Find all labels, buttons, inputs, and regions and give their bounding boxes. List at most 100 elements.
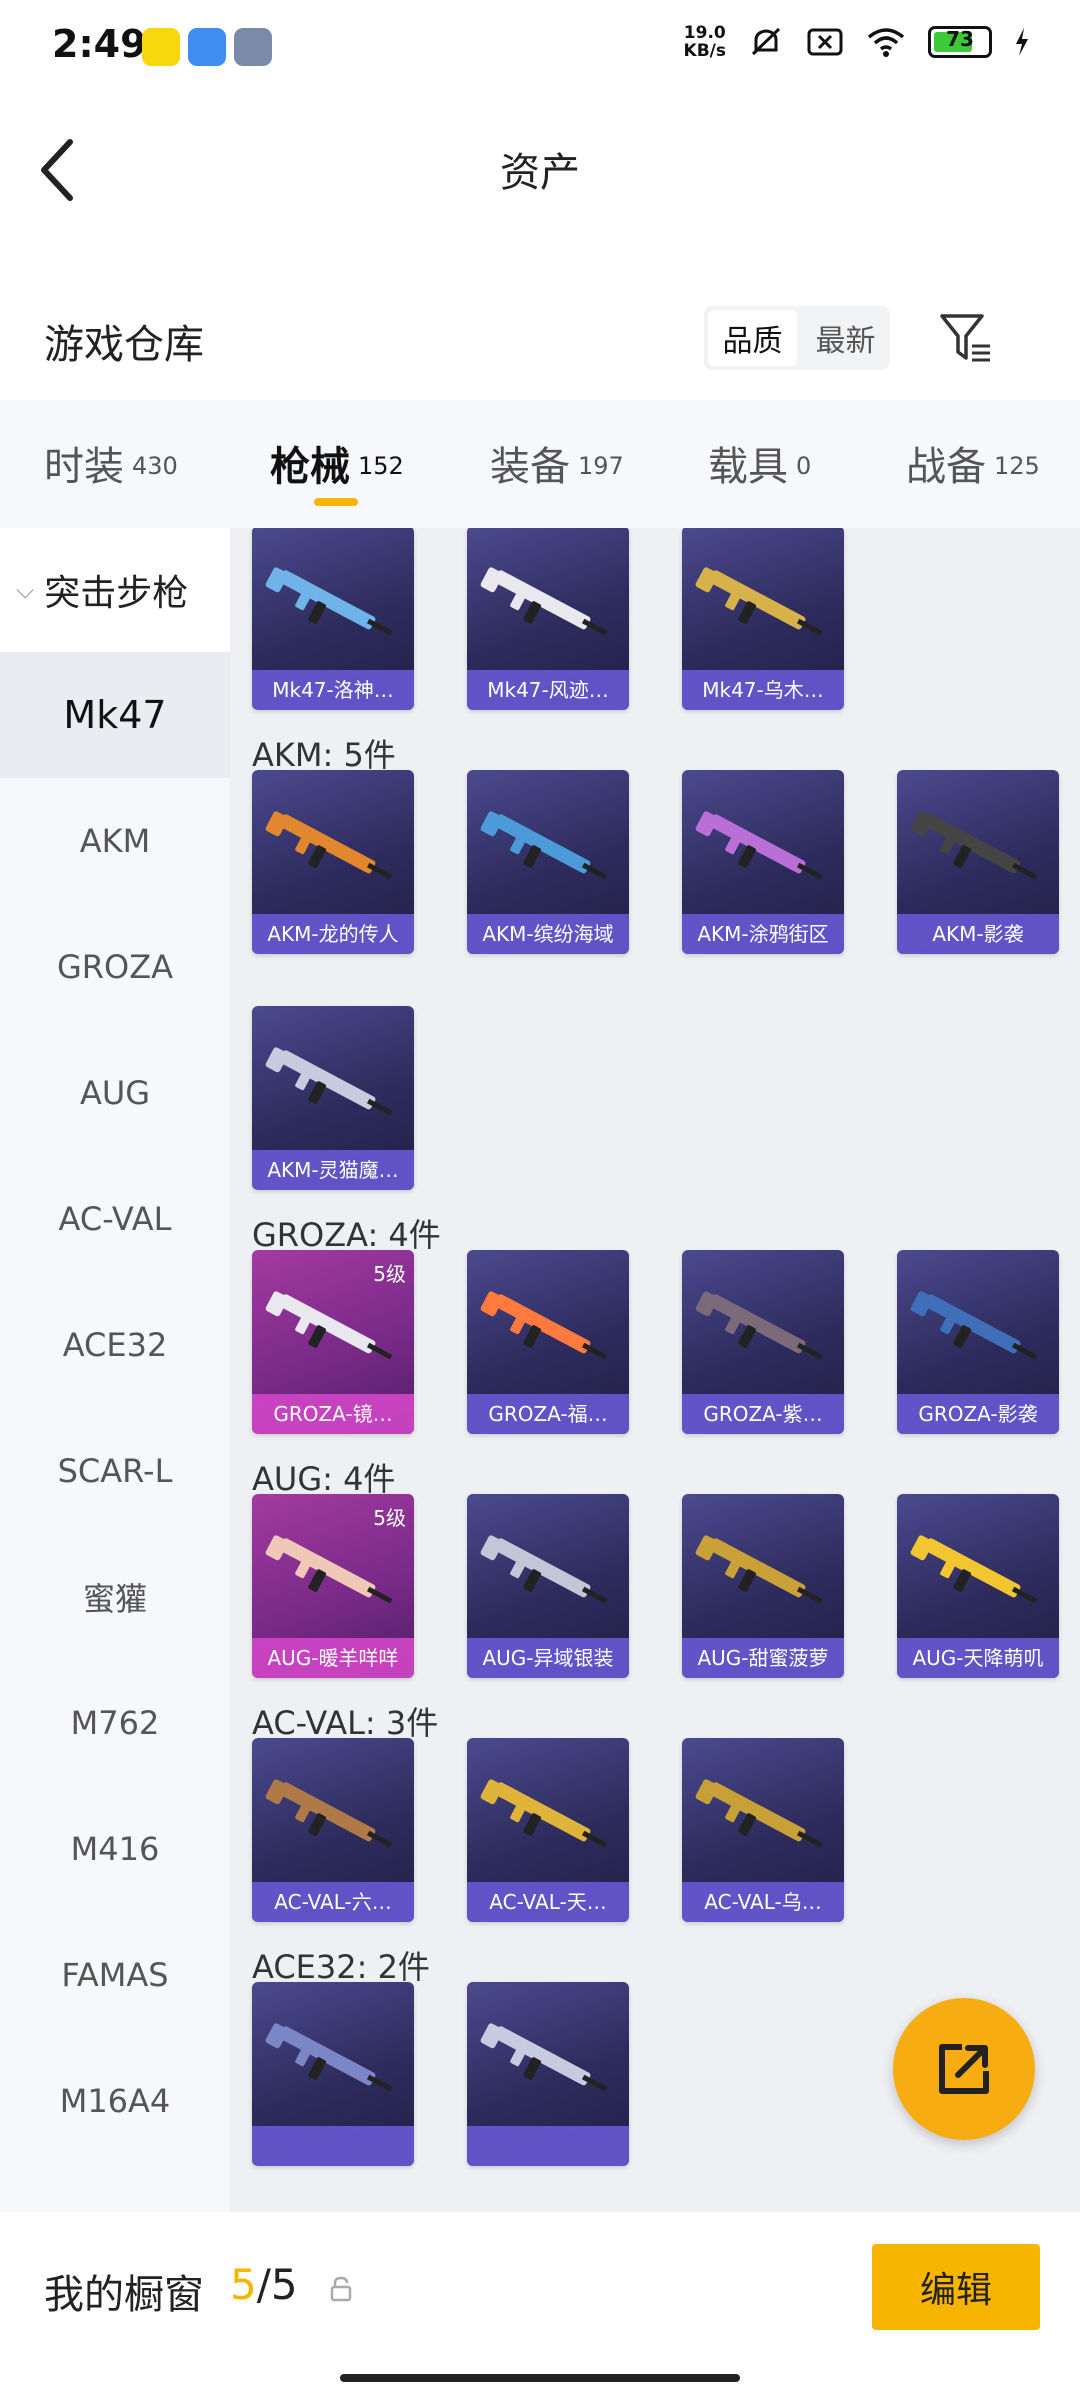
sidebar-item-m416[interactable]: M416 [0, 1786, 230, 1912]
gun-icon [265, 1047, 393, 1116]
skin-name: AC-VAL-六… [252, 1882, 414, 1922]
share-icon [939, 2044, 989, 2094]
sidebar-group-assault-rifles[interactable]: ⌵ 突击步枪 [0, 528, 230, 652]
gun-icon [265, 1779, 393, 1848]
header: 资产 [0, 90, 1080, 230]
home-indicator [340, 2374, 740, 2382]
skin-level-badge: 5级 [373, 1506, 406, 1530]
sidebar-item-mk47[interactable]: Mk47 [0, 652, 230, 778]
gun-icon [910, 811, 1038, 880]
weapon-skin-card[interactable]: AUG-天降萌叽 [897, 1494, 1059, 1678]
weapon-skin-card[interactable]: Mk47-洛神… [252, 528, 414, 710]
weapon-skin-card[interactable]: GROZA-影袭 [897, 1250, 1059, 1434]
weapon-skin-card[interactable]: GROZA-紫… [682, 1250, 844, 1434]
sidebar-item-m762[interactable]: M762 [0, 1660, 230, 1786]
skin-name: AC-VAL-天… [467, 1882, 629, 1922]
tab-label: 时装 [44, 444, 124, 490]
sidebar-item-akm[interactable]: AKM [0, 778, 230, 904]
weapon-skin-card[interactable]: GROZA-福… [467, 1250, 629, 1434]
gun-icon [480, 1779, 608, 1848]
skin-name: Mk47-乌木… [682, 670, 844, 710]
skin-name: GROZA-福… [467, 1394, 629, 1434]
weapon-skin-card[interactable]: AKM-影袭 [897, 770, 1059, 954]
wifi-icon [867, 28, 905, 57]
weapon-skin-card[interactable]: AKM-龙的传人 [252, 770, 414, 954]
skin-name: GROZA-影袭 [897, 1394, 1059, 1434]
gun-icon [265, 811, 393, 880]
gun-icon [265, 1535, 393, 1604]
gun-icon [910, 1291, 1038, 1360]
weapon-skin-card[interactable]: Mk47-乌木… [682, 528, 844, 710]
sort-quality-button[interactable]: 品质 [708, 310, 797, 366]
skin-name: AKM-影袭 [897, 914, 1059, 954]
skin-name: AUG-甜蜜菠萝 [682, 1638, 844, 1678]
tab-count: 152 [358, 452, 404, 480]
gun-icon [695, 1535, 823, 1604]
tab-label: 装备 [490, 444, 570, 490]
skin-name: AKM-涂鸦街区 [682, 914, 844, 954]
weapon-skin-card[interactable]: AKM-涂鸦街区 [682, 770, 844, 954]
weapon-skin-card[interactable]: AC-VAL-天… [467, 1738, 629, 1922]
status-bar: 2:49 19.0 KB/s 73 [0, 0, 1080, 90]
filter-icon[interactable] [936, 306, 996, 370]
app-notification-icon [188, 28, 226, 66]
sidebar-item-scar-l[interactable]: SCAR-L [0, 1408, 230, 1534]
wrench-icon [234, 28, 272, 66]
sidebar-item-famas[interactable]: FAMAS [0, 1912, 230, 2038]
tab-fashion[interactable]: 时装 430 [44, 434, 178, 492]
skin-name: Mk47-风迹… [467, 670, 629, 710]
sidebar-item-m16a4[interactable]: M16A4 [0, 2038, 230, 2164]
sort-newest-button[interactable]: 最新 [801, 306, 890, 370]
weapon-type-sidebar: ⌵ 突击步枪 Mk47 AKM GROZA AUG AC-VAL ACE32 S… [0, 528, 230, 2212]
tab-label: 枪械 [270, 444, 350, 490]
tab-guns[interactable]: 枪械 152 [270, 434, 404, 492]
weapon-skin-card[interactable]: AUG-异域银装 [467, 1494, 629, 1678]
weapon-skin-card[interactable]: AUG-甜蜜菠萝 [682, 1494, 844, 1678]
status-time: 2:49 [52, 22, 147, 66]
sidebar-item-ac-val[interactable]: AC-VAL [0, 1156, 230, 1282]
skin-name: AC-VAL-乌… [682, 1882, 844, 1922]
chevron-down-icon: ⌵ [16, 576, 35, 604]
showcase-bar: 我的橱窗 5/5 编辑 [0, 2212, 1080, 2372]
skin-name: AUG-异域银装 [467, 1638, 629, 1678]
skin-level-badge: 5级 [373, 1262, 406, 1286]
weapon-skin-card[interactable]: AKM-缤纷海域 [467, 770, 629, 954]
gun-icon [695, 1779, 823, 1848]
weapon-skin-card[interactable]: AC-VAL-乌… [682, 1738, 844, 1922]
weapon-skin-card[interactable] [467, 1982, 629, 2166]
skin-name: Mk47-洛神… [252, 670, 414, 710]
tab-vehicles[interactable]: 载具 0 [708, 434, 811, 492]
gun-icon [265, 2023, 393, 2092]
tab-count: 125 [994, 452, 1040, 480]
sim-off-icon [807, 28, 843, 56]
skin-name: AKM-龙的传人 [252, 914, 414, 954]
sidebar-item-groza[interactable]: GROZA [0, 904, 230, 1030]
skin-name [467, 2126, 629, 2166]
sidebar-item-aug[interactable]: AUG [0, 1030, 230, 1156]
sidebar-item-ace32[interactable]: ACE32 [0, 1282, 230, 1408]
weapon-skin-card[interactable]: AKM-灵猫魔… [252, 1006, 414, 1190]
gun-icon [695, 567, 823, 636]
showcase-count: 5/5 [230, 2260, 298, 2309]
gun-icon [480, 2023, 608, 2092]
showcase-current: 5 [230, 2260, 257, 2309]
gun-icon [480, 811, 608, 880]
tab-count: 0 [796, 452, 812, 480]
share-button[interactable] [893, 1998, 1035, 2140]
lock-icon [330, 2276, 352, 2302]
sidebar-item-honey-badger[interactable]: 蜜獾 [0, 1534, 230, 1660]
weapon-skin-card[interactable]: AC-VAL-六… [252, 1738, 414, 1922]
tab-label: 战备 [906, 444, 986, 490]
weapon-skin-card[interactable] [252, 1982, 414, 2166]
tab-equipment[interactable]: 装备 197 [490, 434, 624, 492]
gun-icon [480, 567, 608, 636]
net-speed-value: 19.0 [683, 23, 726, 43]
weapon-skin-card[interactable]: 5级 GROZA-镜… [252, 1250, 414, 1434]
tab-gear[interactable]: 战备 125 [906, 434, 1040, 492]
weapon-skin-card[interactable]: 5级 AUG-暖羊咩咩 [252, 1494, 414, 1678]
weapon-skin-card[interactable]: Mk47-风迹… [467, 528, 629, 710]
edit-button[interactable]: 编辑 [872, 2244, 1040, 2330]
weapon-skin-grid: Mk47-洛神… Mk47-风迹… Mk47-乌木… AKM: 5件 AKM-龙的传人 A… [230, 528, 1080, 2212]
showcase-label: 我的橱窗 [44, 2272, 204, 2318]
tab-label: 载具 [708, 444, 788, 490]
